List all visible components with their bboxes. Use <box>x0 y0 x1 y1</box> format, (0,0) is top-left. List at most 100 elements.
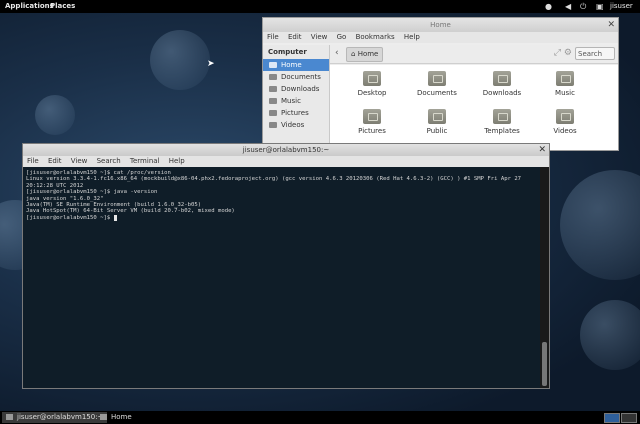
terminal-prompt: [jisuser@orlalabvm150 ~]$ <box>26 214 114 221</box>
folder-label: Downloads <box>482 89 522 97</box>
folder-icon <box>428 71 446 86</box>
back-icon[interactable]: ‹ <box>335 48 339 58</box>
menu-help[interactable]: Help <box>169 157 185 165</box>
power-icon[interactable]: ⏻ <box>580 2 586 12</box>
folder-icon <box>363 109 381 124</box>
places-menu[interactable]: Places <box>50 2 75 10</box>
taskbar-label: Home <box>111 413 132 421</box>
folder-icon <box>269 122 277 128</box>
sidebar-item-music[interactable]: Music <box>263 95 329 107</box>
folder-icon <box>556 71 574 86</box>
menu-bookmarks[interactable]: Bookmarks <box>356 33 395 41</box>
menu-edit[interactable]: Edit <box>48 157 62 165</box>
wallpaper-bubble <box>580 300 640 370</box>
folder-icon <box>428 109 446 124</box>
folder-documents[interactable]: Documents <box>407 71 467 97</box>
menu-file[interactable]: File <box>267 33 279 41</box>
folder-icon <box>269 86 277 92</box>
sidebar-item-documents[interactable]: Documents <box>263 71 329 83</box>
sidebar-item-pictures[interactable]: Pictures <box>263 107 329 119</box>
taskbar-item-home[interactable]: Home <box>96 412 136 423</box>
folder-icon <box>269 110 277 116</box>
zoom-icon[interactable]: ⤢ <box>554 48 561 58</box>
folder-label: Public <box>426 127 448 135</box>
folder-music[interactable]: Music <box>535 71 595 97</box>
folder-label: Videos <box>553 127 577 135</box>
sidebar-item-videos[interactable]: Videos <box>263 119 329 131</box>
sidebar-item-label: Pictures <box>281 109 309 117</box>
scrollbar-thumb[interactable] <box>542 342 547 386</box>
folder-pictures[interactable]: Pictures <box>342 109 402 135</box>
folder-public[interactable]: Public <box>407 109 467 135</box>
home-icon: ⌂ <box>351 50 356 58</box>
notification-icon[interactable]: ● <box>545 2 552 11</box>
folder-label: Pictures <box>358 127 386 135</box>
window-title: Home <box>430 21 451 29</box>
folder-desktop[interactable]: Desktop <box>342 71 402 97</box>
taskbar-item-terminal[interactable]: jisuser@orlalabvm150:~ <box>2 412 108 423</box>
folder-icon <box>556 109 574 124</box>
folder-icon <box>269 74 277 80</box>
folder-grid: Desktop Documents Downloads Music Pictur… <box>330 65 618 150</box>
folder-label: Documents <box>417 89 457 97</box>
volume-icon[interactable]: ◀ <box>565 2 571 11</box>
terminal-output[interactable]: [jisuser@orlalabvm150 ~]$ cat /proc/vers… <box>23 167 540 388</box>
sidebar-heading: Computer <box>268 48 307 56</box>
top-panel: Applications Places ● ◀ ⏻ ▣ jisuser <box>0 0 640 13</box>
sidebar-item-label: Music <box>281 97 301 105</box>
close-icon[interactable]: ✕ <box>538 144 546 156</box>
menu-file[interactable]: File <box>27 157 39 165</box>
file-manager-window: Home ✕ File Edit View Go Bookmarks Help … <box>262 17 619 151</box>
folder-icon <box>100 414 107 420</box>
window-titlebar[interactable]: jisuser@orlalabvm150:~ ✕ <box>23 144 549 156</box>
applications-menu[interactable]: Applications <box>5 2 54 10</box>
sidebar-item-label: Downloads <box>281 85 320 93</box>
location-crumb-home[interactable]: ⌂ Home <box>346 47 384 62</box>
folder-downloads[interactable]: Downloads <box>472 71 532 97</box>
folder-videos[interactable]: Videos <box>535 109 595 135</box>
sidebar-item-label: Videos <box>281 121 305 129</box>
mouse-pointer-icon: ➤ <box>207 59 215 69</box>
bottom-taskbar: jisuser@orlalabvm150:~ Home <box>0 411 640 424</box>
workspace-switcher-icon[interactable] <box>604 413 620 423</box>
search-button[interactable]: Search <box>575 47 615 60</box>
folder-templates[interactable]: Templates <box>472 109 532 135</box>
sidebar-item-home[interactable]: Home <box>263 59 329 71</box>
menu-search[interactable]: Search <box>97 157 121 165</box>
wallpaper-bubble <box>150 30 210 90</box>
folder-label: Desktop <box>357 89 387 97</box>
sidebar: Computer Home Documents Downloads Music … <box>263 45 330 150</box>
settings-icon[interactable]: ⚙ <box>564 48 572 58</box>
menu-help[interactable]: Help <box>404 33 420 41</box>
sidebar-item-label: Documents <box>281 73 321 81</box>
wallpaper-bubble <box>35 95 75 135</box>
network-icon[interactable]: ▣ <box>596 2 604 11</box>
menu-go[interactable]: Go <box>337 33 347 41</box>
menubar: File Edit View Search Terminal Help <box>23 156 549 167</box>
window-titlebar[interactable]: Home ✕ <box>263 18 618 32</box>
sidebar-item-label: Home <box>281 61 302 69</box>
user-menu[interactable]: jisuser <box>610 2 633 10</box>
terminal-icon <box>6 414 13 420</box>
window-title: jisuser@orlalabvm150:~ <box>242 146 330 154</box>
terminal-line: Linux version 3.3.4-1.fc16.x86_64 (mockb… <box>26 176 525 189</box>
menu-view[interactable]: View <box>71 157 88 165</box>
taskbar-label: jisuser@orlalabvm150:~ <box>17 413 104 421</box>
folder-label: Templates <box>484 127 520 135</box>
menubar: File Edit View Go Bookmarks Help <box>263 32 618 43</box>
menu-edit[interactable]: Edit <box>288 33 302 41</box>
close-icon[interactable]: ✕ <box>607 18 615 32</box>
workspace-switcher-icon[interactable] <box>621 413 637 423</box>
scrollbar[interactable] <box>540 167 549 388</box>
wallpaper-bubble <box>560 170 640 280</box>
folder-icon <box>493 109 511 124</box>
folder-label: Music <box>555 89 575 97</box>
folder-icon <box>493 71 511 86</box>
menu-view[interactable]: View <box>311 33 328 41</box>
location-label: Home <box>357 50 379 58</box>
menu-terminal[interactable]: Terminal <box>130 157 160 165</box>
home-icon <box>269 62 277 68</box>
sidebar-item-downloads[interactable]: Downloads <box>263 83 329 95</box>
folder-icon <box>269 98 277 104</box>
folder-icon <box>363 71 381 86</box>
